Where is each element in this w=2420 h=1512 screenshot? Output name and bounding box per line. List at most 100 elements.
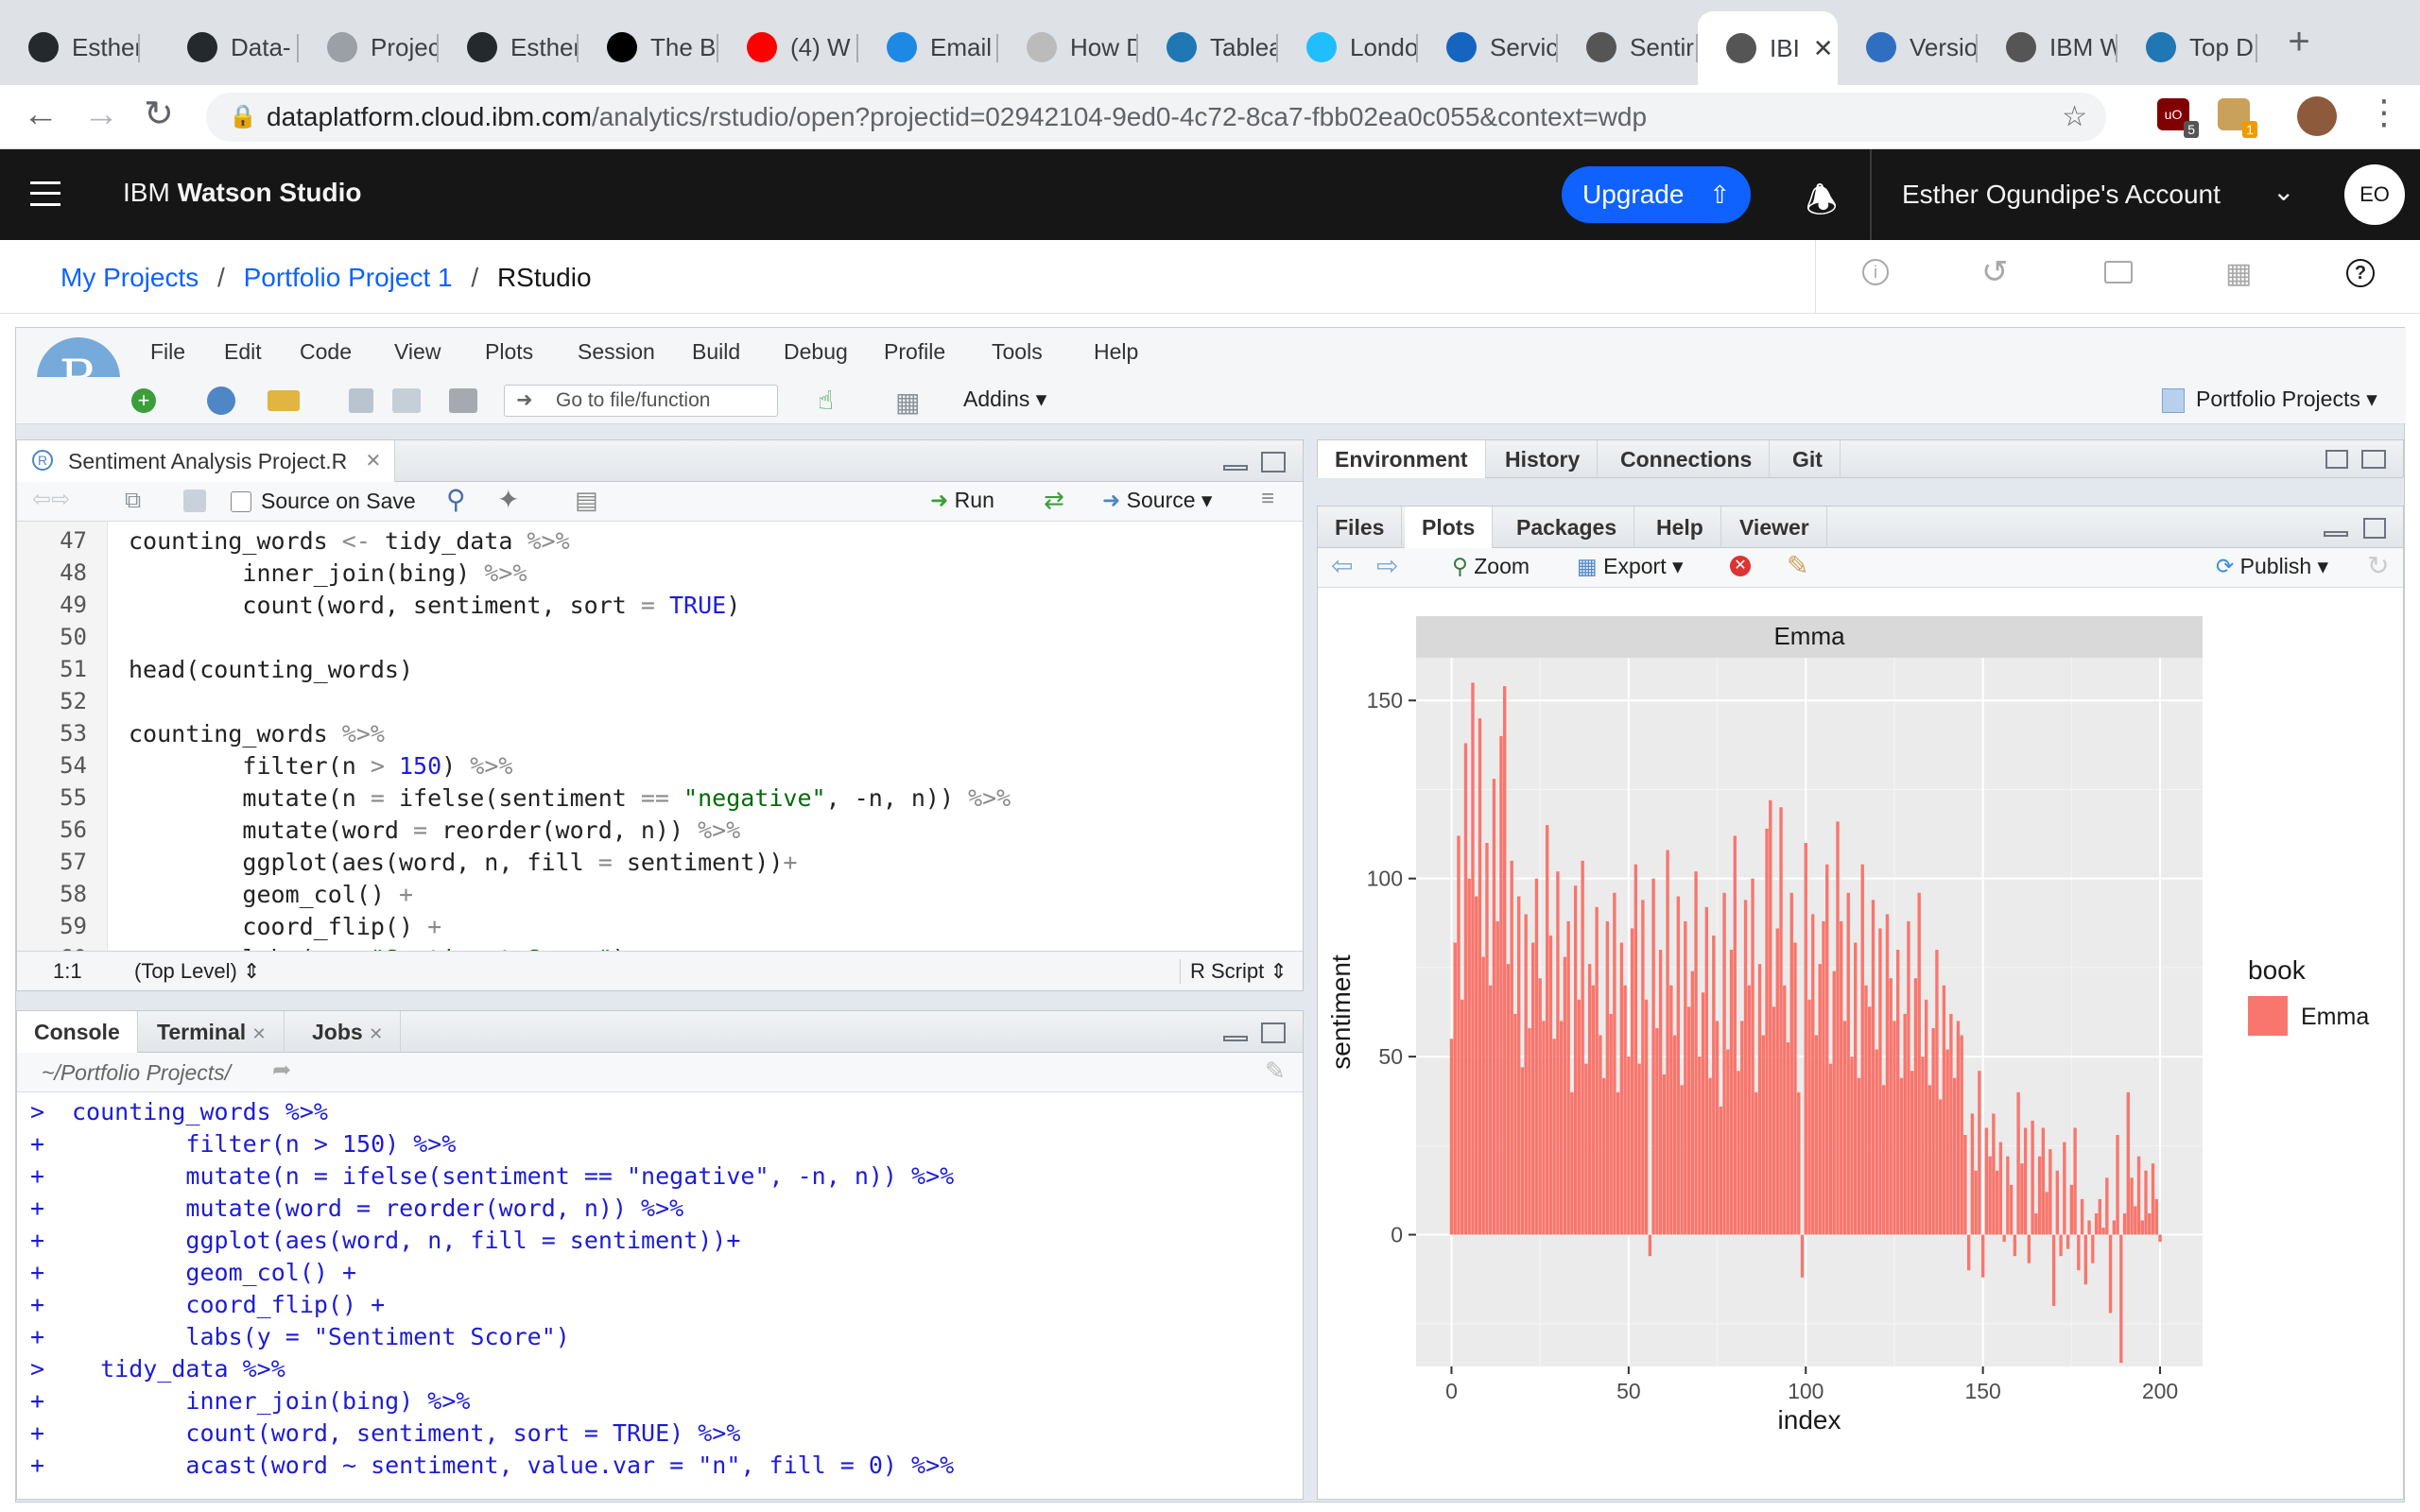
show-in-window-icon[interactable]: ⧉ xyxy=(125,488,141,514)
remove-plot-icon[interactable]: ✕ xyxy=(1730,556,1751,576)
tab-environment[interactable]: Environment xyxy=(1318,440,1486,478)
back-nav-icon[interactable]: ⇦⇨ xyxy=(32,486,70,513)
menu-code[interactable]: Code xyxy=(300,339,352,365)
tab-console[interactable]: Console xyxy=(17,1011,138,1054)
maximize-icon[interactable] xyxy=(2361,450,2386,469)
open-folder-icon[interactable] xyxy=(268,390,300,411)
file-type-dropdown[interactable]: R Script ⇕ xyxy=(1180,959,1288,984)
menu-view[interactable]: View xyxy=(394,339,441,365)
print-icon[interactable] xyxy=(449,388,477,413)
menu-help[interactable]: Help xyxy=(1094,339,1138,365)
menu-file[interactable]: File xyxy=(150,339,185,365)
tab-connections[interactable]: Connections xyxy=(1603,440,1771,478)
ublock-extension-icon[interactable]: uO 5 xyxy=(2157,98,2199,138)
tab-git[interactable]: Git xyxy=(1775,440,1841,478)
project-menu[interactable]: Portfolio Projects ▾ xyxy=(2162,387,2377,413)
browser-tab[interactable]: (4) W xyxy=(718,21,858,74)
back-icon[interactable]: ← xyxy=(23,94,59,135)
menu-build[interactable]: Build xyxy=(692,339,740,365)
browser-tab[interactable]: Esther xyxy=(439,21,579,74)
publish-button[interactable]: ⟳ Publish ▾ xyxy=(2216,554,2328,579)
editor-tab[interactable]: R Sentiment Analysis Project.R ✕ xyxy=(17,440,396,483)
restore-icon[interactable] xyxy=(2325,450,2348,469)
close-icon[interactable]: ✕ xyxy=(366,440,382,482)
apps-icon[interactable]: ▦ xyxy=(2225,257,2252,290)
menu-profile[interactable]: Profile xyxy=(884,339,945,365)
breadcrumb-my-projects[interactable]: My Projects xyxy=(60,263,199,292)
new-tab-button[interactable]: + xyxy=(2280,23,2318,60)
tab-history[interactable]: History xyxy=(1488,440,1599,478)
document-outline-icon[interactable]: ▤ xyxy=(575,486,598,515)
browser-tab[interactable]: Email xyxy=(858,21,998,74)
menu-plots[interactable]: Plots xyxy=(485,339,533,365)
restore-icon[interactable] xyxy=(2363,518,2386,539)
extension-icon[interactable]: 1 xyxy=(2218,98,2257,138)
zoom-button[interactable]: ⚲ Zoom xyxy=(1452,554,1530,579)
close-icon[interactable]: ✕ xyxy=(252,1024,267,1043)
browser-tab[interactable]: Servic xyxy=(1418,21,1558,74)
console-output[interactable]: > counting_words %>% + filter(n > 150) %>%… xyxy=(17,1096,1303,1497)
save-icon[interactable] xyxy=(349,388,373,413)
browser-tab[interactable]: Versio xyxy=(1838,21,1978,74)
browser-tab[interactable]: Esther xyxy=(0,21,140,74)
tab-help[interactable]: Help xyxy=(1639,507,1721,548)
new-project-icon[interactable] xyxy=(207,387,235,415)
menu-tools[interactable]: Tools xyxy=(992,339,1043,365)
reload-icon[interactable]: ↻ xyxy=(144,93,174,135)
close-icon[interactable]: ✕ xyxy=(369,1024,383,1043)
source-on-save-checkbox[interactable] xyxy=(231,491,251,512)
menu-edit[interactable]: Edit xyxy=(224,339,262,365)
close-icon[interactable]: ✕ xyxy=(1813,34,1834,63)
tab-jobs[interactable]: Jobs ✕ xyxy=(295,1011,402,1053)
browser-tab[interactable]: Top D xyxy=(2118,21,2257,74)
browser-tab[interactable]: IBM W xyxy=(1978,21,2118,74)
refresh-icon[interactable]: ↻ xyxy=(2367,550,2389,581)
tab-packages[interactable]: Packages xyxy=(1499,507,1635,548)
browser-tab[interactable]: The B xyxy=(579,21,718,74)
tab-viewer[interactable]: Viewer xyxy=(1722,507,1827,548)
browser-tab[interactable]: IBI ✕ xyxy=(1698,11,1838,85)
minimize-icon[interactable] xyxy=(1223,465,1248,471)
browser-tab[interactable]: Londo xyxy=(1278,21,1418,74)
browser-tab[interactable]: Projec xyxy=(299,21,439,74)
outline-menu-icon[interactable]: ≡ xyxy=(1261,486,1274,512)
menu-debug[interactable]: Debug xyxy=(784,339,848,365)
address-bar[interactable]: 🔒 dataplatform.cloud.ibm.com/analytics/r… xyxy=(206,93,2106,142)
breadcrumb-project[interactable]: Portfolio Project 1 xyxy=(244,263,453,292)
git-vcs-icon[interactable]: ☝ xyxy=(818,385,834,416)
maximize-icon[interactable] xyxy=(1261,452,1286,472)
goto-directory-icon[interactable]: ➦ xyxy=(272,1057,291,1084)
upgrade-button[interactable]: Upgrade ⇧ xyxy=(1562,166,1751,223)
run-button[interactable]: ➜ Run xyxy=(930,488,994,513)
tab-files[interactable]: Files xyxy=(1318,507,1403,548)
scope-dropdown[interactable]: (Top Level) ⇕ xyxy=(134,959,260,984)
hamburger-menu-icon[interactable] xyxy=(30,181,60,206)
product-name[interactable]: IBM Watson Studio xyxy=(123,178,362,208)
code-tools-wand-icon[interactable]: ✦ xyxy=(497,484,519,515)
pane-layout-icon[interactable]: ▦ xyxy=(895,387,920,418)
browser-menu-icon[interactable]: ⋮ xyxy=(2367,93,2401,132)
save-all-icon[interactable] xyxy=(392,388,421,413)
source-button[interactable]: ➜ Source ▾ xyxy=(1102,488,1212,513)
avatar[interactable]: EO xyxy=(2344,164,2405,225)
browser-tab[interactable]: Tablea xyxy=(1138,21,1278,74)
browser-tab[interactable]: Sentir xyxy=(1558,21,1698,74)
history-icon[interactable]: ↺ xyxy=(1981,253,2009,291)
export-button[interactable]: ▦ Export ▾ xyxy=(1577,554,1684,579)
addins-menu[interactable]: Addins ▾ xyxy=(963,387,1046,412)
browser-tab[interactable]: Data- xyxy=(159,21,299,74)
clear-console-icon[interactable]: ✎ xyxy=(1265,1057,1286,1086)
search-icon[interactable]: ⚲ xyxy=(446,484,466,515)
profile-avatar[interactable] xyxy=(2297,96,2337,136)
new-file-icon[interactable]: + xyxy=(131,388,156,413)
notifications-bell-icon[interactable]: 🕭 xyxy=(1806,174,1838,235)
info-icon[interactable]: i xyxy=(1862,259,1889,285)
clear-plots-broom-icon[interactable]: ✎ xyxy=(1787,550,1808,581)
forward-icon[interactable]: → xyxy=(83,94,119,135)
comments-icon[interactable] xyxy=(2104,261,2133,284)
code-area[interactable]: 47 counting_words <- tidy_data %>% 48 inne… xyxy=(17,522,1303,951)
maximize-icon[interactable] xyxy=(1261,1022,1286,1043)
tab-plots[interactable]: Plots xyxy=(1405,507,1494,549)
account-switcher[interactable]: Esther Ogundipe's Account xyxy=(1902,180,2221,210)
help-icon[interactable]: ? xyxy=(2346,259,2375,287)
